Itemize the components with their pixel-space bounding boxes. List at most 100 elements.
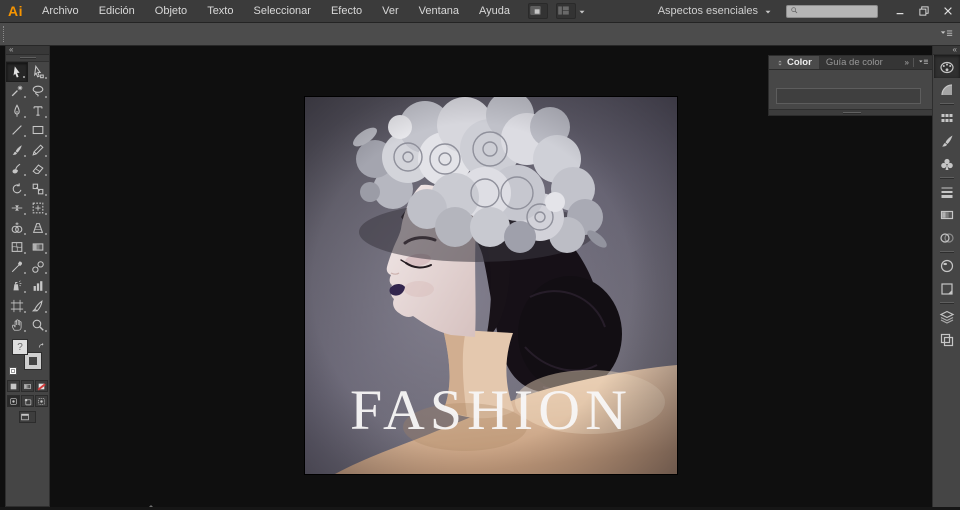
control-bar-menu-button[interactable] (939, 27, 954, 41)
tab-label: Guía de color (825, 57, 883, 68)
tool-pencil-button[interactable] (28, 140, 50, 160)
dock-panel-artboards-button[interactable] (934, 328, 960, 351)
draw-inside-button[interactable] (35, 395, 48, 407)
tool-rotate-button[interactable] (6, 179, 28, 199)
dock-items (933, 55, 960, 351)
swap-fill-stroke-button[interactable] (37, 338, 46, 348)
menu-objeto[interactable]: Objeto (145, 0, 197, 22)
fashion-photo: FASHION (305, 97, 677, 474)
menu-texto[interactable]: Texto (197, 0, 243, 22)
tool-type-button[interactable] (28, 101, 50, 121)
panel-expand-button[interactable]: » (905, 58, 909, 67)
stroke-swatch[interactable] (24, 352, 42, 370)
restore-button[interactable] (912, 0, 936, 22)
dock-panel-transparency-button[interactable] (934, 226, 960, 249)
tool-width-button[interactable] (6, 199, 28, 219)
draw-normal-icon (10, 397, 17, 405)
tool-selection-button[interactable] (6, 62, 28, 82)
tool-hand-button[interactable] (6, 316, 28, 336)
arrange-documents-button[interactable] (528, 3, 549, 19)
color-panel-resize-grip[interactable] (769, 109, 934, 115)
fill-swatch[interactable]: ? (12, 339, 28, 355)
screen-mode-row (6, 411, 49, 423)
workspace-layout-button[interactable] (556, 3, 577, 19)
dock-collapse-button[interactable]: « (933, 46, 960, 55)
tool-free-transform-button[interactable] (28, 199, 50, 219)
dock-panel-layers-button[interactable] (934, 305, 960, 328)
dock-panel-swatches-button[interactable] (934, 106, 960, 129)
slice-tool-icon (32, 299, 43, 312)
tool-paintbrush-button[interactable] (6, 140, 28, 160)
tool-mesh-button[interactable] (6, 238, 28, 258)
dock-panel-appearance-button[interactable] (934, 254, 960, 277)
direct-selection-tool-icon (34, 64, 45, 78)
paintbrush-tool-icon (12, 144, 22, 155)
tool-blend-button[interactable] (28, 257, 50, 277)
dock-panel-symbols-button[interactable] (934, 152, 960, 175)
screen-mode-button[interactable] (19, 411, 36, 423)
dock-panel-gradient-button[interactable] (934, 203, 960, 226)
tool-artboard-button[interactable] (6, 296, 28, 316)
tool-direct-selection-button[interactable] (28, 62, 50, 82)
draw-normal-button[interactable] (7, 395, 20, 407)
tool-shape-builder-button[interactable] (6, 218, 28, 238)
tool-eraser-button[interactable] (28, 160, 50, 180)
tool-pen-button[interactable] (6, 101, 28, 121)
tool-eyedropper-button[interactable] (6, 257, 28, 277)
dock-panel-color-guide-button[interactable] (934, 78, 960, 101)
tabbar-icons: » (905, 56, 934, 69)
menu-ayuda[interactable]: Ayuda (469, 0, 520, 22)
tool-column-graph-button[interactable] (28, 277, 50, 297)
tool-rectangle-button[interactable] (28, 121, 50, 141)
fill-stroke-widget[interactable]: ? (6, 337, 49, 377)
workspace-switcher[interactable]: Aspectos esenciales (658, 5, 772, 17)
tool-line-segment-button[interactable] (6, 121, 28, 141)
search-box[interactable] (786, 4, 878, 18)
tools-panel-collapse-button[interactable]: « (6, 46, 49, 55)
tool-magic-wand-button[interactable] (6, 82, 28, 102)
default-fill-stroke-button[interactable] (9, 367, 17, 375)
tool-lasso-button[interactable] (28, 82, 50, 102)
artboards-icon (940, 333, 953, 346)
menu-ver[interactable]: Ver (372, 0, 409, 22)
workspace-layout-dropdown[interactable] (578, 7, 586, 15)
draw-behind-button[interactable] (21, 395, 34, 407)
tool-zoom-button[interactable] (28, 316, 50, 336)
tab-color[interactable]: Color (769, 56, 819, 69)
close-button[interactable] (936, 0, 960, 22)
none-paint-button[interactable] (35, 380, 48, 392)
color-paint-button[interactable] (7, 380, 20, 392)
color-panel-menu-button[interactable] (918, 57, 930, 69)
gradient-paint-button[interactable] (21, 380, 34, 392)
dock-panel-graphic-styles-button[interactable] (934, 277, 960, 300)
tools-panel-grip[interactable] (6, 55, 49, 62)
tool-blob-brush-button[interactable] (6, 160, 28, 180)
minimize-icon (896, 13, 904, 15)
search-input[interactable] (872, 6, 874, 16)
menu-seleccionar[interactable]: Seleccionar (243, 0, 320, 22)
color-spectrum-ramp[interactable] (776, 88, 921, 104)
tab-label: Color (787, 57, 812, 68)
dock-panel-color-button[interactable] (933, 55, 960, 78)
tool-perspective-grid-button[interactable] (28, 218, 50, 238)
control-bar-grip[interactable] (3, 26, 5, 42)
menu-archivo[interactable]: Archivo (32, 0, 89, 22)
width-tool-icon (11, 205, 22, 211)
tool-gradient-button[interactable] (28, 238, 50, 258)
eyedropper-tool-icon (11, 261, 22, 272)
menu-ventana[interactable]: Ventana (409, 0, 469, 22)
dock-panel-stroke-button[interactable] (934, 180, 960, 203)
tool-slice-button[interactable] (28, 296, 50, 316)
tab-guia-de-color[interactable]: Guía de color (819, 56, 890, 69)
tool-symbol-sprayer-button[interactable] (6, 277, 28, 297)
app-logo[interactable]: Ai (0, 3, 32, 19)
menu-edicion[interactable]: Edición (89, 0, 145, 22)
eraser-tool-icon (32, 164, 44, 175)
color-guide-icon (940, 83, 952, 95)
restore-icon (919, 6, 929, 16)
minimize-button[interactable] (888, 0, 912, 22)
menu-efecto[interactable]: Efecto (321, 0, 372, 22)
artwork-fashion-poster[interactable]: FASHION (305, 97, 677, 474)
tool-scale-button[interactable] (28, 179, 50, 199)
dock-panel-brushes-button[interactable] (934, 129, 960, 152)
